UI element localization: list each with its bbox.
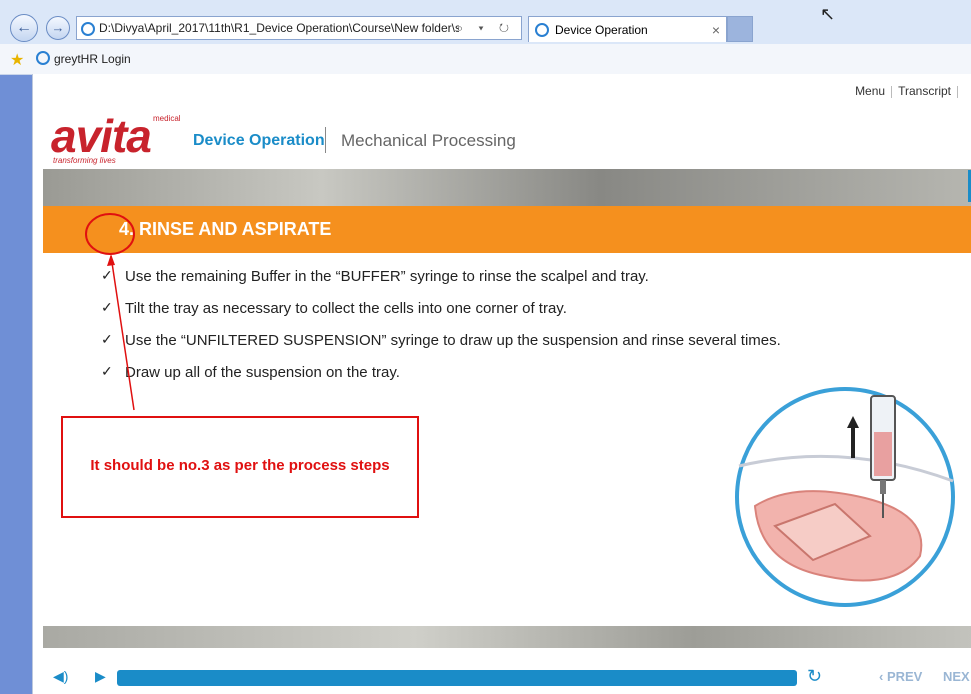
bullet-text: Use the remaining Buffer in the “BUFFER”… <box>125 268 649 285</box>
back-button[interactable]: ← <box>10 14 38 42</box>
course-title: Device Operation <box>193 132 325 149</box>
prev-button[interactable]: ‹ PREV <box>879 669 922 684</box>
prev-label: PREV <box>886 669 923 684</box>
checkmark-icon: ✓ <box>101 363 113 379</box>
ie-icon <box>36 51 50 65</box>
address-bar[interactable]: D:\Divya\April_2017\11th\R1_Device Opera… <box>76 16 522 40</box>
checkmark-icon: ✓ <box>101 267 113 283</box>
syringe-tray-illustration <box>735 387 955 607</box>
logo-medical: medical <box>153 114 181 123</box>
menu-divider <box>957 85 958 98</box>
review-comment-text: It should be no.3 as per the process ste… <box>90 457 390 474</box>
seek-bar[interactable] <box>117 670 797 686</box>
tab-title: Device Operation <box>555 23 648 37</box>
bullet-text: Tilt the tray as necessary to collect th… <box>125 300 567 317</box>
bullet-text: Use the “UNFILTERED SUSPENSION” syringe … <box>125 332 781 349</box>
avita-logo: avita medical transforming lives <box>51 110 181 165</box>
new-tab-button[interactable] <box>727 16 753 42</box>
top-menu: Menu Transcript <box>849 84 958 98</box>
close-icon[interactable]: × <box>712 17 720 43</box>
menu-link[interactable]: Menu <box>849 84 891 98</box>
volume-icon[interactable]: ◀) <box>53 668 68 685</box>
transcript-link[interactable]: Transcript <box>892 84 957 98</box>
address-text: D:\Divya\April_2017\11th\R1_Device Opera… <box>99 21 459 35</box>
player-controls: ◀) ▶ ↻ ‹ PREV NEX <box>33 658 971 694</box>
favorites-bar: ★ greytHR Login <box>0 44 971 75</box>
next-button[interactable]: NEX <box>943 669 970 684</box>
search-refresh-icons[interactable]: ⌕ ▾ ↻ <box>456 17 515 39</box>
header-banner-image <box>43 169 971 206</box>
module-title: Mechanical Processing <box>341 131 516 150</box>
checkmark-icon: ✓ <box>101 299 113 315</box>
logo-word: avita <box>51 110 152 162</box>
ie-icon <box>535 23 549 37</box>
replay-icon[interactable]: ↻ <box>807 666 822 687</box>
favorites-star-icon[interactable]: ★ <box>10 50 24 70</box>
checkmark-icon: ✓ <box>101 331 113 347</box>
title-divider <box>325 127 326 153</box>
course-page: Menu Transcript avita medical transformin… <box>32 74 971 694</box>
play-icon[interactable]: ▶ <box>95 668 106 685</box>
favorite-label: greytHR Login <box>54 52 131 66</box>
bullet-text: Draw up all of the suspension on the tra… <box>125 364 400 381</box>
step-heading-bar: 4. RINSE AND ASPIRATE <box>43 206 971 253</box>
step-heading: 4. RINSE AND ASPIRATE <box>119 219 332 239</box>
ie-icon <box>81 22 95 36</box>
footer-banner-image <box>43 626 971 648</box>
tab-device-operation[interactable]: Device Operation × <box>528 16 727 42</box>
review-comment-box: It should be no.3 as per the process ste… <box>61 416 419 518</box>
forward-button[interactable]: → <box>46 16 70 40</box>
browser-chrome: ← → D:\Divya\April_2017\11th\R1_Device O… <box>0 0 971 75</box>
mouse-cursor-icon: ↖ <box>820 4 836 24</box>
